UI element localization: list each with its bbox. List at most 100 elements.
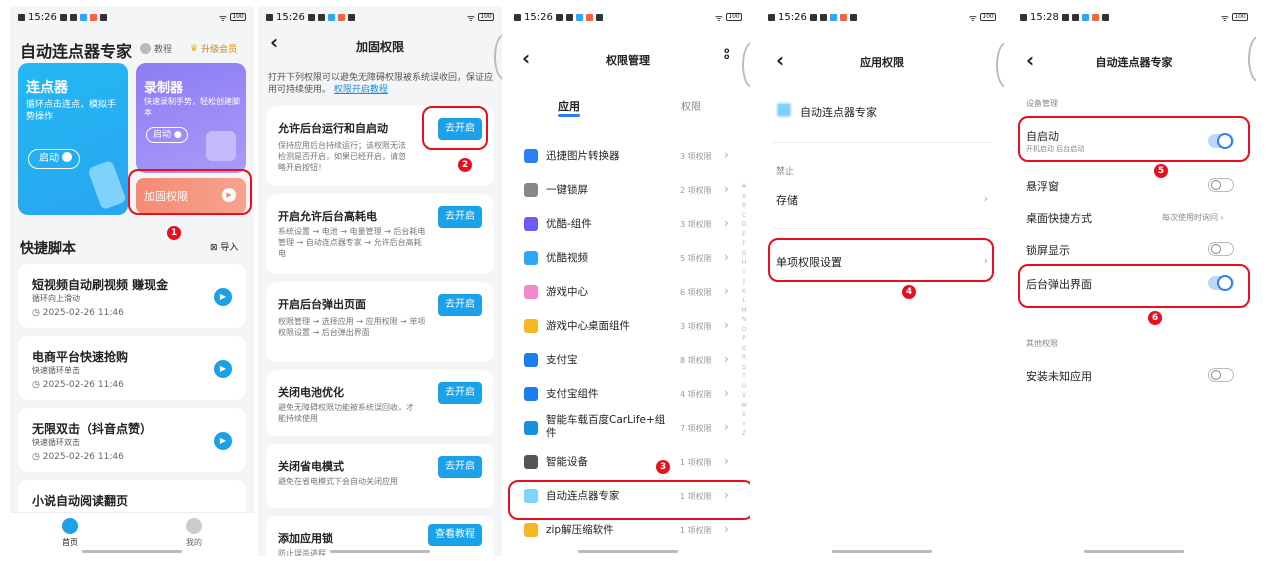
index-letter[interactable]: B — [740, 201, 748, 211]
enable-button[interactable]: 去开启 — [438, 456, 482, 478]
nav-home[interactable]: 首页 — [62, 537, 78, 548]
index-letter[interactable]: W — [740, 401, 748, 411]
run-script-button[interactable]: ▶ — [214, 360, 232, 378]
index-letter[interactable]: Q — [740, 344, 748, 354]
index-letter[interactable]: Y — [740, 420, 748, 430]
nav-mine[interactable]: 我的 — [186, 537, 202, 548]
index-letter[interactable]: C — [740, 211, 748, 221]
highlight-box-1 — [128, 169, 252, 215]
panel-permission-manager: 15:26 ᯤ 100 ‹ 权限管理 oo 应用 权限 迅捷图片转换器 3 项权限 ›… — [506, 6, 750, 556]
permission-count: 8 项权限 — [680, 356, 712, 365]
view-tutorial-button[interactable]: 查看教程 — [428, 524, 482, 546]
app-list-item[interactable]: 优酷视频 5 项权限 › — [506, 244, 742, 274]
index-letter[interactable]: T — [740, 372, 748, 382]
home-indicator — [1084, 550, 1184, 553]
shortcut-value[interactable]: 每次使用时询问 › — [1162, 212, 1224, 223]
permission-count: 3 项权限 — [680, 322, 712, 331]
app-name: 游戏中心桌面组件 — [546, 320, 630, 332]
app-name: 智能设备 — [546, 456, 588, 468]
status-time: 15:26 — [28, 11, 57, 23]
step-badge-2: 2 — [458, 158, 472, 172]
index-letter[interactable]: R — [740, 353, 748, 363]
section-forbidden: 禁止 — [776, 167, 795, 177]
quick-scripts-title: 快捷脚本 — [20, 241, 76, 257]
enable-button[interactable]: 去开启 — [438, 294, 482, 316]
index-letter[interactable]: N — [740, 315, 748, 325]
app-list-item[interactable]: 游戏中心 6 项权限 › — [506, 278, 742, 308]
tab-permissions[interactable]: 权限 — [681, 98, 701, 113]
enable-button[interactable]: 去开启 — [438, 206, 482, 228]
float-window-toggle[interactable] — [1208, 178, 1234, 192]
permission-count: 1 项权限 — [680, 526, 712, 535]
clicker-card[interactable]: 连点器 循环点击连点，模拟手势操作 启动 — [18, 63, 128, 215]
recorder-start-button[interactable]: 启动 ● — [146, 127, 188, 143]
script-card[interactable]: 无限双击（抖音点赞） 快速循环双击 ◷ 2025-02-26 11:46 ▶ — [18, 408, 246, 472]
install-unknown-toggle[interactable] — [1208, 368, 1234, 382]
index-letter[interactable]: F — [740, 239, 748, 249]
app-name: 游戏中心 — [546, 286, 588, 298]
upgrade-vip-link[interactable]: ♛ 升级会员 — [190, 42, 237, 56]
index-letter[interactable]: L — [740, 296, 748, 306]
app-list-item[interactable]: 智能设备 1 项权限 › — [506, 448, 742, 478]
permission-count: 6 项权限 — [680, 288, 712, 297]
script-card[interactable]: 电商平台快速抢购 快速循环单击 ◷ 2025-02-26 11:46 ▶ — [18, 336, 246, 400]
app-list-item[interactable]: 支付宝 8 项权限 › — [506, 346, 742, 376]
index-letter[interactable]: X — [740, 410, 748, 420]
chevron-right-icon: › — [724, 352, 729, 366]
index-letter[interactable]: U — [740, 382, 748, 392]
status-bar: 15:28 ᯤ 100 — [1012, 6, 1256, 28]
run-script-button[interactable]: ▶ — [214, 432, 232, 450]
app-list-item[interactable]: 优酷-组件 3 项权限 › — [506, 210, 742, 240]
permission-count: 3 项权限 — [680, 220, 712, 229]
index-letter[interactable]: D — [740, 220, 748, 230]
app-list-item[interactable]: 迅捷图片转换器 3 项权限 › — [506, 142, 742, 172]
index-letter[interactable]: I — [740, 268, 748, 278]
index-letter[interactable]: P — [740, 334, 748, 344]
index-letter[interactable]: G — [740, 249, 748, 259]
index-letter[interactable]: V — [740, 391, 748, 401]
recorder-card[interactable]: 录制器 快速录制手势，轻松创建脚本 启动 ● — [136, 63, 246, 173]
app-list-item[interactable]: zip解压缩软件 1 项权限 › — [506, 516, 742, 546]
index-letter[interactable]: # — [740, 182, 748, 192]
more-icon[interactable]: oo — [724, 47, 730, 61]
home-icon[interactable] — [62, 518, 78, 534]
run-script-button[interactable]: ▶ — [214, 288, 232, 306]
intro-text: 打开下列权限可以避免无障碍权限被系统误收回，保证应用可持续使用。 权限开启教程 — [268, 73, 494, 95]
index-letter[interactable]: M — [740, 306, 748, 316]
notif-icon — [18, 13, 25, 21]
clicker-start-button[interactable]: 启动 — [28, 149, 80, 169]
alphabet-index[interactable]: # A B C D E F G H I J K L M N O P Q R S T U V W X Y Z — [740, 182, 748, 439]
home-indicator — [832, 550, 932, 553]
storage-row[interactable]: 存储 › — [776, 192, 988, 208]
edge-shadow — [742, 42, 750, 88]
index-letter[interactable]: Z — [740, 429, 748, 439]
enable-button[interactable]: 去开启 — [438, 382, 482, 404]
app-list-item[interactable]: 一键锁屏 2 项权限 › — [506, 176, 742, 206]
app-list-item[interactable]: 游戏中心桌面组件 3 项权限 › — [506, 312, 742, 342]
app-icon — [524, 455, 538, 469]
profile-icon[interactable] — [186, 518, 202, 534]
recorder-desc: 快速录制手势，轻松创建脚本 — [144, 97, 240, 117]
index-letter[interactable]: S — [740, 363, 748, 373]
tutorial-link[interactable]: 权限开启教程 — [334, 85, 388, 95]
edge-shadow — [996, 42, 1004, 88]
index-letter[interactable]: O — [740, 325, 748, 335]
page-title: 应用权限 — [860, 56, 904, 69]
app-list-item[interactable]: 智能车载百度CarLife+组件 7 项权限 › — [506, 414, 742, 444]
index-letter[interactable]: E — [740, 230, 748, 240]
app-list-item[interactable]: 支付宝组件 4 项权限 › — [506, 380, 742, 410]
clicker-title: 连点器 — [26, 80, 68, 96]
app-icon — [524, 353, 538, 367]
import-button[interactable]: ⊠ 导入 — [210, 240, 238, 253]
import-icon: ⊠ — [210, 243, 218, 253]
index-letter[interactable]: J — [740, 277, 748, 287]
script-card[interactable]: 短视频自动刷视频 赚现金 循环向上滑动 ◷ 2025-02-26 11:46 ▶ — [18, 264, 246, 328]
lockscreen-toggle[interactable] — [1208, 242, 1234, 256]
highlight-box-3 — [508, 480, 750, 520]
index-letter[interactable]: A — [740, 192, 748, 202]
index-letter[interactable]: K — [740, 287, 748, 297]
index-letter[interactable]: H — [740, 258, 748, 268]
tutorial-link[interactable]: 教程 — [140, 42, 172, 55]
app-icon — [524, 149, 538, 163]
tab-apps[interactable]: 应用 — [558, 98, 580, 114]
